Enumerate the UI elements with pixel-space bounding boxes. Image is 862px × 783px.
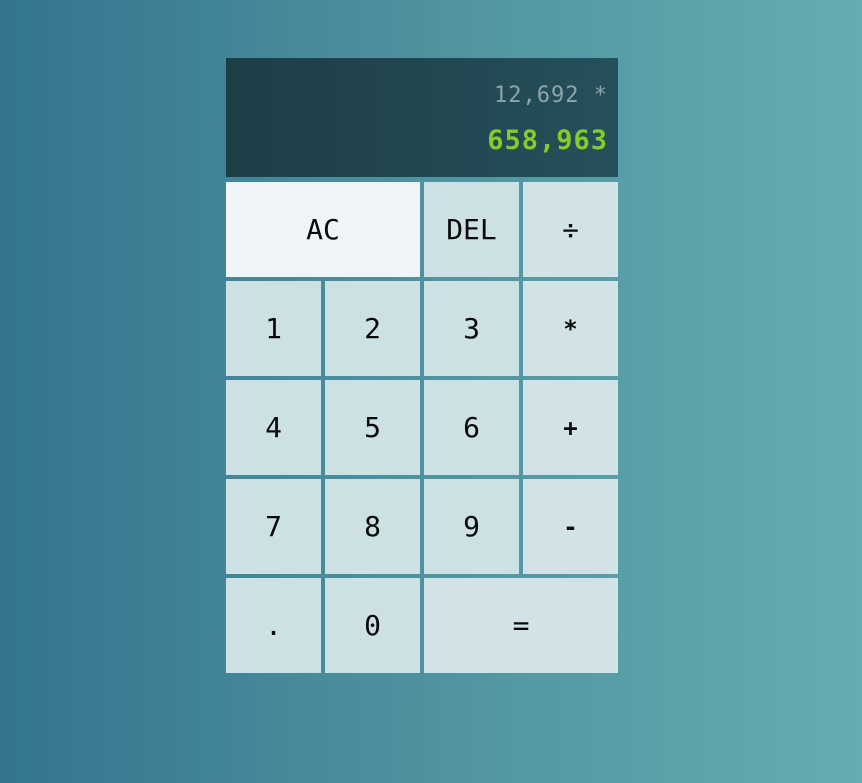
digit-8-button[interactable]: 8 (325, 479, 420, 574)
digit-1-button[interactable]: 1 (226, 281, 321, 376)
digit-5-button[interactable]: 5 (325, 380, 420, 475)
multiply-button[interactable]: * (523, 281, 618, 376)
digit-6-button[interactable]: 6 (424, 380, 519, 475)
divide-button[interactable]: ÷ (523, 182, 618, 277)
equals-button[interactable]: = (424, 578, 618, 673)
digit-4-button[interactable]: 4 (226, 380, 321, 475)
delete-button[interactable]: DEL (424, 182, 519, 277)
current-operand: 658,963 (487, 125, 608, 157)
digit-2-button[interactable]: 2 (325, 281, 420, 376)
previous-operand: 12,692 * (494, 82, 608, 108)
digit-7-button[interactable]: 7 (226, 479, 321, 574)
digit-0-button[interactable]: 0 (325, 578, 420, 673)
calculator: 12,692 * 658,963 AC DEL ÷ 1 2 3 * 4 5 6 … (226, 58, 618, 673)
subtract-button[interactable]: - (523, 479, 618, 574)
all-clear-button[interactable]: AC (226, 182, 420, 277)
decimal-button[interactable]: . (226, 578, 321, 673)
digit-3-button[interactable]: 3 (424, 281, 519, 376)
output-display: 12,692 * 658,963 (226, 58, 618, 177)
add-button[interactable]: + (523, 380, 618, 475)
digit-9-button[interactable]: 9 (424, 479, 519, 574)
